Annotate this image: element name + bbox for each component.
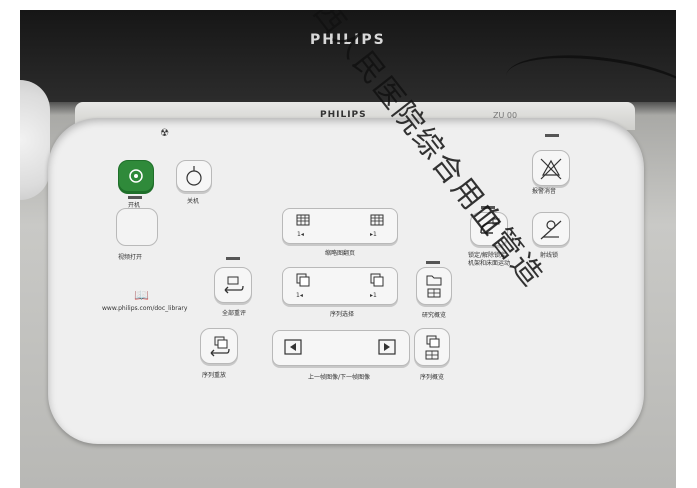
series-select-button[interactable] — [282, 267, 398, 305]
series-overview-label: 序列概览 — [420, 374, 445, 381]
series-review-icon — [210, 336, 230, 357]
prev-next-icons — [284, 339, 396, 355]
alarm-mute-icon — [540, 158, 562, 180]
all-rewind-bar — [226, 257, 240, 260]
power-on-bar — [128, 196, 142, 199]
power-off-button[interactable] — [176, 160, 212, 192]
ray-lock-icon — [540, 220, 562, 240]
series-select-label: 序列选择 — [330, 311, 355, 318]
side-object — [20, 80, 50, 200]
video-on-label: 视频打开 — [118, 254, 143, 261]
alarm-bar — [545, 134, 559, 137]
all-rewind-label: 全部重评 — [222, 310, 247, 317]
radiation-icon: ☢ — [160, 128, 169, 139]
video-on-button[interactable] — [116, 208, 158, 246]
study-overview-bar — [426, 261, 440, 264]
power-on-button[interactable] — [118, 160, 154, 192]
doc-library-url: www.philips.com/doc_library — [102, 305, 188, 312]
series-right-digit: ▸1 — [370, 292, 377, 299]
thumbnail-page-label: 缩略图翻页 — [325, 250, 356, 257]
series-review-button[interactable] — [200, 328, 238, 364]
alarm-mute-label: 报警消音 — [532, 188, 557, 195]
thumbnail-right-digit: ▸1 — [370, 231, 377, 238]
series-review-label: 序列重放 — [202, 372, 227, 379]
power-on-icon — [129, 169, 143, 183]
series-overview-icon — [425, 335, 440, 360]
prev-next-image-label: 上一帧图像/下一帧图像 — [308, 374, 371, 381]
study-overview-label: 研究概览 — [422, 312, 447, 319]
rewind-icon — [224, 276, 244, 294]
thumbnail-page-button[interactable] — [282, 208, 398, 244]
series-overview-button[interactable] — [414, 328, 450, 366]
photograph: PHILIPS PHILIPS ZU 00 ☢ 开机 关机 视频打开 📖 www… — [20, 10, 676, 488]
ray-lock-button[interactable] — [532, 212, 570, 246]
power-off-label: 关机 — [187, 198, 200, 205]
book-icon: 📖 — [134, 288, 149, 302]
alarm-mute-button[interactable] — [532, 150, 570, 186]
study-overview-icon — [426, 275, 442, 298]
all-rewind-button[interactable] — [214, 267, 252, 303]
prev-next-image-button[interactable] — [272, 330, 410, 366]
power-off-icon — [186, 166, 202, 186]
photo-frame: PHILIPS PHILIPS ZU 00 ☢ 开机 关机 视频打开 📖 www… — [0, 0, 697, 488]
study-overview-button[interactable] — [416, 267, 452, 305]
thumbnail-left-digit: 1◂ — [297, 231, 304, 238]
series-left-digit: 1◂ — [296, 292, 303, 299]
